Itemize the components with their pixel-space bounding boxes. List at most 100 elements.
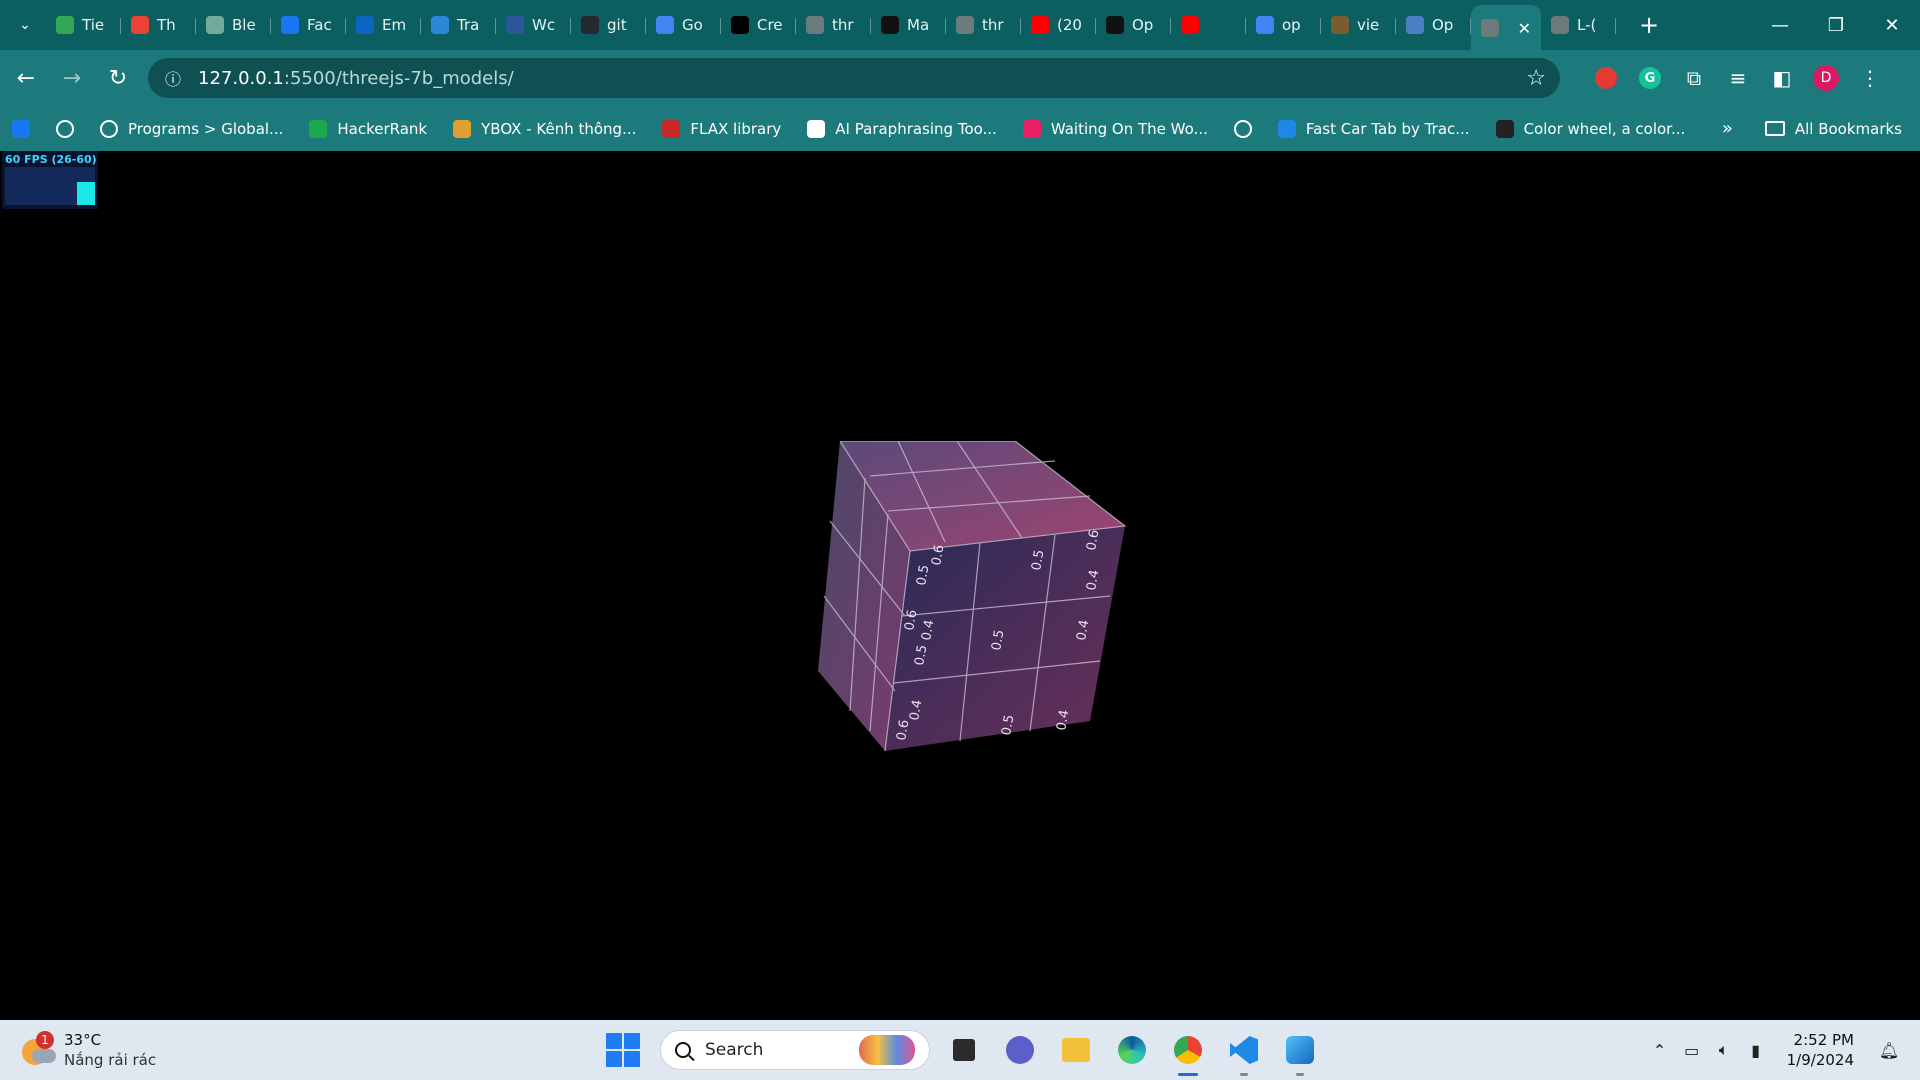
hackerrank-icon [309, 119, 328, 138]
browser-tab[interactable]: Fac [271, 6, 346, 44]
browser-tab[interactable]: Cre [721, 6, 796, 44]
close-tab-icon[interactable]: ✕ [1518, 19, 1531, 38]
tab-title: Tie [82, 16, 105, 34]
new-tab-button[interactable]: + [1634, 11, 1664, 39]
tab-title: (20 [1057, 16, 1082, 34]
back-button[interactable]: ← [6, 58, 46, 98]
forward-button[interactable]: → [52, 58, 92, 98]
profile-avatar[interactable]: D [1804, 56, 1848, 100]
tab-title: Go [682, 16, 703, 34]
site-info-icon[interactable]: ⓘ [162, 67, 184, 89]
browser-toolbar: ← → ↻ ⓘ 127.0.0.1:5500/threejs-7b_models… [0, 50, 1920, 106]
browser-tab[interactable]: ✕ [1471, 5, 1541, 51]
teams-chat-icon[interactable] [998, 1028, 1042, 1072]
file-explorer-icon[interactable] [1054, 1028, 1098, 1072]
weather-widget[interactable]: 1 33°C Nắng rải rác [22, 1030, 156, 1070]
bookmark-item[interactable]: Waiting On The Wo... [1022, 119, 1208, 138]
grammarly-icon[interactable]: G [1628, 56, 1672, 100]
bookmark-item[interactable]: Color wheel, a color... [1495, 119, 1685, 138]
menu-kebab-icon[interactable]: ⋮ [1848, 56, 1892, 100]
browser-tab[interactable]: Ble [196, 6, 271, 44]
bookmark-item[interactable]: AI Paraphrasing Too... [807, 119, 997, 138]
address-bar[interactable]: ⓘ 127.0.0.1:5500/threejs-7b_models/ ☆ [148, 58, 1560, 98]
network-icon[interactable]: ▭ [1677, 1035, 1707, 1065]
chevron-down-icon: ⌄ [19, 17, 31, 33]
bookmark-item[interactable]: HackerRank [309, 119, 427, 138]
tab-favicon-icon [881, 16, 899, 34]
bookmark-star-icon[interactable]: ☆ [1526, 66, 1546, 91]
fps-stats-panel[interactable]: 60 FPS (26-60) [2, 151, 98, 209]
browser-tab[interactable]: Tie [46, 6, 121, 44]
weather-badge: 1 [36, 1031, 54, 1049]
side-panel-icon[interactable]: ◧ [1760, 56, 1804, 100]
ybox-icon [453, 119, 472, 138]
browser-tab[interactable]: Em [346, 6, 421, 44]
volume-icon[interactable]: 🔈︎ [1709, 1035, 1739, 1065]
extension-red-hand-icon[interactable] [1584, 56, 1628, 100]
browser-tab[interactable]: Wc [496, 6, 571, 44]
tab-favicon-icon [131, 16, 149, 34]
start-windows-icon[interactable] [606, 1033, 640, 1067]
tab-favicon-icon [56, 16, 74, 34]
close-window-button[interactable]: ✕ [1864, 0, 1920, 50]
tab-title: op [1282, 16, 1301, 34]
flax-icon [662, 119, 681, 138]
tab-favicon-icon [206, 16, 224, 34]
tab-title: git [607, 16, 627, 34]
tab-favicon-icon [1551, 16, 1569, 34]
bookmark-item[interactable]: YBOX - Kênh thông... [453, 119, 636, 138]
bookmark-item[interactable] [1233, 119, 1252, 138]
edge-browser-icon[interactable] [1110, 1028, 1154, 1072]
bookmark-label: Waiting On The Wo... [1050, 119, 1208, 138]
tab-title: Wc [532, 16, 556, 34]
webgl-canvas[interactable]: 60 FPS (26-60) 0.6 0.5 0.4 0.6 0.5 0.4 0… [0, 151, 1920, 1020]
browser-tab[interactable]: Th [121, 6, 196, 44]
clock[interactable]: 2:52 PM 1/9/2024 [1787, 1030, 1854, 1070]
photos-app-icon[interactable] [1278, 1028, 1322, 1076]
battery-icon[interactable]: ▮ [1741, 1035, 1771, 1065]
bookmark-item[interactable] [56, 119, 74, 138]
bookmark-item[interactable] [12, 119, 30, 138]
browser-tab[interactable]: git [571, 6, 646, 44]
browser-tab[interactable]: Ma [871, 6, 946, 44]
extensions-puzzle-icon[interactable]: ⧉ [1672, 56, 1716, 100]
minimize-button[interactable]: — [1752, 0, 1808, 50]
tab-favicon-icon [356, 16, 374, 34]
tab-favicon-icon [1181, 16, 1199, 34]
taskbar-search-box[interactable]: Search [660, 1030, 930, 1070]
tab-title: L-( [1577, 16, 1597, 34]
notification-bell-icon[interactable]: 🔔︎ [1874, 1035, 1904, 1065]
browser-tab[interactable]: Op [1096, 6, 1171, 44]
tab-favicon-icon [1106, 16, 1124, 34]
all-bookmarks-button[interactable]: All Bookmarks [1764, 119, 1902, 138]
browser-tab[interactable] [1171, 6, 1246, 44]
chrome-browser-icon[interactable] [1166, 1028, 1210, 1076]
more-bookmarks-chevron-icon[interactable]: » [1722, 118, 1733, 139]
vscode-icon[interactable] [1222, 1028, 1266, 1076]
bookmark-item[interactable]: Programs > Global... [100, 119, 283, 138]
chevron-up-icon[interactable]: ⌃ [1645, 1035, 1675, 1065]
browser-tab[interactable]: vie [1321, 6, 1396, 44]
tab-favicon-icon [656, 16, 674, 34]
browser-tab[interactable]: L-( [1541, 6, 1616, 44]
browser-tab[interactable]: Go [646, 6, 721, 44]
tab-search-button[interactable]: ⌄ [10, 10, 40, 40]
all-bookmarks-label: All Bookmarks [1794, 119, 1902, 138]
restore-button[interactable]: ❐ [1808, 0, 1864, 50]
globe-icon [1233, 119, 1252, 138]
browser-tab[interactable]: Op [1396, 6, 1471, 44]
tab-favicon-icon [506, 16, 524, 34]
browser-tab[interactable]: thr [946, 6, 1021, 44]
reload-button[interactable]: ↻ [98, 58, 138, 98]
tab-strip: ⌄ Tie Th Ble Fac Em Tra Wc git Go Cre thr Ma thr (20 O… [0, 0, 1920, 51]
browser-tab[interactable]: op [1246, 6, 1321, 44]
url-text[interactable]: 127.0.0.1:5500/threejs-7b_models/ [198, 68, 514, 89]
arrow-left-icon: ← [16, 65, 36, 91]
bookmark-item[interactable]: FLAX library [662, 119, 781, 138]
task-view-icon[interactable] [942, 1028, 986, 1072]
browser-tab[interactable]: (20 [1021, 6, 1096, 44]
browser-tab[interactable]: thr [796, 6, 871, 44]
bookmark-item[interactable]: Fast Car Tab by Trac... [1277, 119, 1470, 138]
browser-tab[interactable]: Tra [421, 6, 496, 44]
media-control-icon[interactable]: ≡ [1716, 56, 1760, 100]
